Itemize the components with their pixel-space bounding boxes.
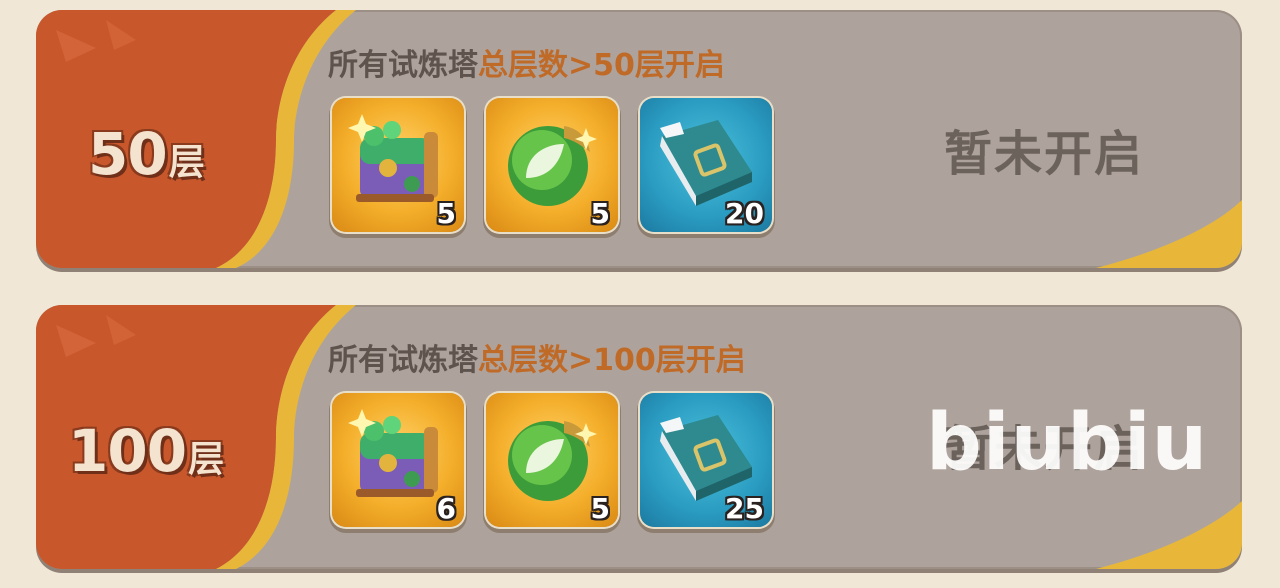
- tier-label: 100 层: [68, 417, 224, 485]
- reward-item-book[interactable]: 25: [640, 393, 772, 527]
- reward-count: 25: [725, 492, 764, 525]
- reward-item-chest[interactable]: 6: [332, 393, 464, 527]
- reward-card-50: 50 层 所有试炼塔总层数>50层开启 5 5 20 暂未开启: [36, 10, 1242, 268]
- reward-count: 5: [590, 197, 610, 230]
- reward-count: 20: [725, 197, 764, 230]
- tier-unit: 层: [188, 439, 225, 480]
- reward-item-chest[interactable]: 5: [332, 98, 464, 232]
- reward-count: 5: [590, 492, 610, 525]
- tier-unit: 层: [168, 142, 205, 183]
- reward-item-orb[interactable]: 5: [486, 98, 618, 232]
- reward-item-book[interactable]: 20: [640, 98, 772, 232]
- unlock-condition: 所有试炼塔总层数>100层开启: [328, 335, 746, 379]
- tier-label: 50 层: [88, 120, 205, 188]
- tier-number: 50: [88, 120, 168, 188]
- condition-text: 所有试炼塔: [328, 48, 478, 83]
- unlock-condition: 所有试炼塔总层数>50层开启: [328, 40, 725, 84]
- condition-highlight: 总层数>100层开启: [478, 343, 746, 378]
- tier-number: 100: [68, 417, 187, 485]
- reward-list: 5 5 20: [332, 98, 772, 232]
- status-label: 暂未开启: [944, 126, 1145, 182]
- reward-list: 6 5 25: [332, 393, 772, 527]
- watermark: biubiu: [926, 398, 1209, 488]
- condition-text: 所有试炼塔: [328, 343, 478, 378]
- condition-highlight: 总层数>50层开启: [478, 48, 725, 83]
- reward-item-orb[interactable]: 5: [486, 393, 618, 527]
- reward-count: 6: [436, 492, 456, 525]
- reward-count: 5: [436, 197, 456, 230]
